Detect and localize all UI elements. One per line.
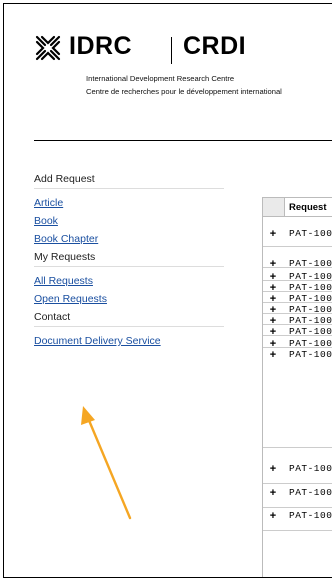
table-row[interactable]: + PAT-100 [263,256,332,270]
idrc-emblem-icon [35,35,61,61]
add-request-heading: Add Request [34,173,224,189]
table-row[interactable]: + PAT-100 [263,485,332,508]
org-name-fr: Centre de recherches pour le développeme… [86,87,282,96]
add-request-section: Add Request Article Book Book Chapter [34,173,234,248]
expand-row-icon[interactable]: + [267,228,279,240]
document-delivery-service-link[interactable]: Document Delivery Service [34,332,234,350]
table-row[interactable]: + PAT-100 [263,347,332,448]
request-id-cell: PAT-100 [289,349,332,360]
table-row[interactable]: + PAT-100 [263,461,332,484]
article-link[interactable]: Article [34,194,234,212]
expand-row-icon[interactable]: + [267,463,279,475]
expand-row-icon[interactable]: + [267,349,279,361]
requests-table: Request + PAT-100 + PAT-100 + PAT-100 + PAT-100… [262,197,332,577]
table-row[interactable]: + PAT-100 [263,226,332,247]
request-id-cell: PAT-100 [289,463,332,474]
table-header-row: Request [263,198,332,217]
table-row[interactable]: + PAT-100 [263,324,332,338]
all-requests-link[interactable]: All Requests [34,272,234,290]
header-divider [34,140,332,141]
brand-en-text: IDRC [69,32,133,60]
idrc-logo: IDRC CRDI International Development Rese… [34,32,332,104]
contact-heading: Contact [34,311,224,327]
request-column-header: Request [289,202,327,213]
my-requests-section: My Requests All Requests Open Requests [34,251,234,308]
request-id-cell: PAT-100 [289,228,332,239]
expand-row-icon[interactable]: + [267,510,279,522]
brand-divider [171,37,172,64]
book-link[interactable]: Book [34,212,234,230]
book-chapter-link[interactable]: Book Chapter [34,230,234,248]
my-requests-heading: My Requests [34,251,224,267]
sidebar-nav: Add Request Article Book Book Chapter My… [34,173,234,350]
expand-column-header [263,198,285,216]
annotation-arrow-icon [81,406,132,520]
org-name-en: International Development Research Centr… [86,74,235,83]
contact-section: Contact Document Delivery Service [34,311,234,350]
request-id-cell: PAT-100 [289,510,332,521]
open-requests-link[interactable]: Open Requests [34,290,234,308]
brand-fr-text: CRDI [183,32,247,60]
expand-row-icon[interactable]: + [267,487,279,499]
page-frame: IDRC CRDI International Development Rese… [3,3,332,578]
table-row[interactable]: + PAT-100 [263,508,332,531]
request-id-cell: PAT-100 [289,258,332,269]
request-id-cell: PAT-100 [289,487,332,498]
